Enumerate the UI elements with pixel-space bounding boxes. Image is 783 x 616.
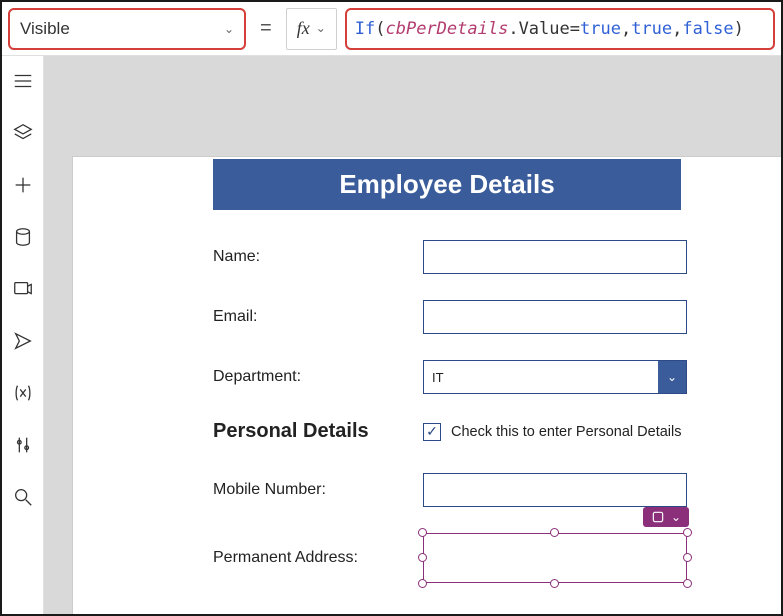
paint-icon[interactable] <box>12 330 34 352</box>
chevron-down-icon: ⌄ <box>671 510 681 524</box>
form-title: Employee Details <box>213 159 681 210</box>
layers-icon[interactable] <box>12 122 34 144</box>
database-icon[interactable] <box>12 226 34 248</box>
row-personal-section: Personal Details ✓ Check this to enter P… <box>213 420 752 443</box>
formula-token: . <box>508 19 518 39</box>
formula-token: true <box>580 19 621 39</box>
formula-token: , <box>672 19 682 39</box>
input-name[interactable] <box>423 240 687 274</box>
formula-token: = <box>570 19 580 39</box>
resize-handle[interactable] <box>418 528 427 537</box>
label-mobile: Mobile Number: <box>213 481 423 499</box>
fx-label: fx <box>297 18 310 39</box>
select-department[interactable]: IT ⌄ <box>423 360 687 394</box>
formula-input[interactable]: If(cbPerDetails.Value=true,true,false) <box>345 8 775 50</box>
label-department: Department: <box>213 368 423 386</box>
canvas-viewport[interactable]: Employee Details Name: Email: Department… <box>44 56 781 614</box>
formula-bar: Visible ⌄ = fx ⌄ If(cbPerDetails.Value=t… <box>2 2 781 56</box>
selected-control-address[interactable]: ⌄ <box>423 533 687 583</box>
main-area: Employee Details Name: Email: Department… <box>2 56 781 614</box>
row-department: Department: IT ⌄ <box>213 360 752 394</box>
fx-button[interactable]: fx ⌄ <box>286 8 337 50</box>
resize-handle[interactable] <box>683 528 692 537</box>
chevron-down-icon: ⌄ <box>224 22 234 36</box>
formula-token: false <box>682 19 733 39</box>
label-email: Email: <box>213 308 423 326</box>
resize-handle[interactable] <box>418 579 427 588</box>
row-email: Email: <box>213 300 752 334</box>
formula-token: true <box>631 19 672 39</box>
add-icon[interactable] <box>12 174 34 196</box>
formula-token: ) <box>734 19 744 39</box>
menu-icon[interactable] <box>12 70 34 92</box>
property-value: Visible <box>20 19 70 39</box>
form-body: Name: Email: Department: IT ⌄ Personal D… <box>73 210 781 583</box>
label-name: Name: <box>213 248 423 266</box>
row-address: Permanent Address: ⌄ <box>213 533 752 583</box>
formula-token: , <box>621 19 631 39</box>
search-icon[interactable] <box>12 486 34 508</box>
equals-label: = <box>254 17 278 40</box>
form-canvas[interactable]: Employee Details Name: Email: Department… <box>72 156 781 614</box>
selection-badge[interactable]: ⌄ <box>643 507 689 527</box>
input-email[interactable] <box>423 300 687 334</box>
section-title: Personal Details <box>213 420 423 443</box>
property-dropdown[interactable]: Visible ⌄ <box>8 8 246 50</box>
formula-token: cbPerDetails <box>385 19 508 39</box>
variable-icon[interactable] <box>12 382 34 404</box>
label-address: Permanent Address: <box>213 549 423 567</box>
copilot-icon <box>651 510 665 524</box>
input-address[interactable] <box>423 533 687 583</box>
settings-icon[interactable] <box>12 434 34 456</box>
checkbox-label: Check this to enter Personal Details <box>451 424 682 440</box>
left-rail <box>2 56 44 614</box>
check-icon: ✓ <box>426 423 438 440</box>
formula-token: If <box>355 19 375 39</box>
formula-token: Value <box>519 19 570 39</box>
resize-handle[interactable] <box>683 579 692 588</box>
resize-handle[interactable] <box>418 553 427 562</box>
resize-handle[interactable] <box>683 553 692 562</box>
chevron-down-icon: ⌄ <box>658 361 686 393</box>
formula-token: ( <box>375 19 385 39</box>
media-icon[interactable] <box>12 278 34 300</box>
chevron-down-icon: ⌄ <box>316 21 326 36</box>
checkbox-personal[interactable]: ✓ <box>423 423 441 441</box>
input-mobile[interactable] <box>423 473 687 507</box>
row-name: Name: <box>213 240 752 274</box>
resize-handle[interactable] <box>550 579 559 588</box>
row-mobile: Mobile Number: <box>213 473 752 507</box>
select-value: IT <box>432 370 444 385</box>
resize-handle[interactable] <box>550 528 559 537</box>
